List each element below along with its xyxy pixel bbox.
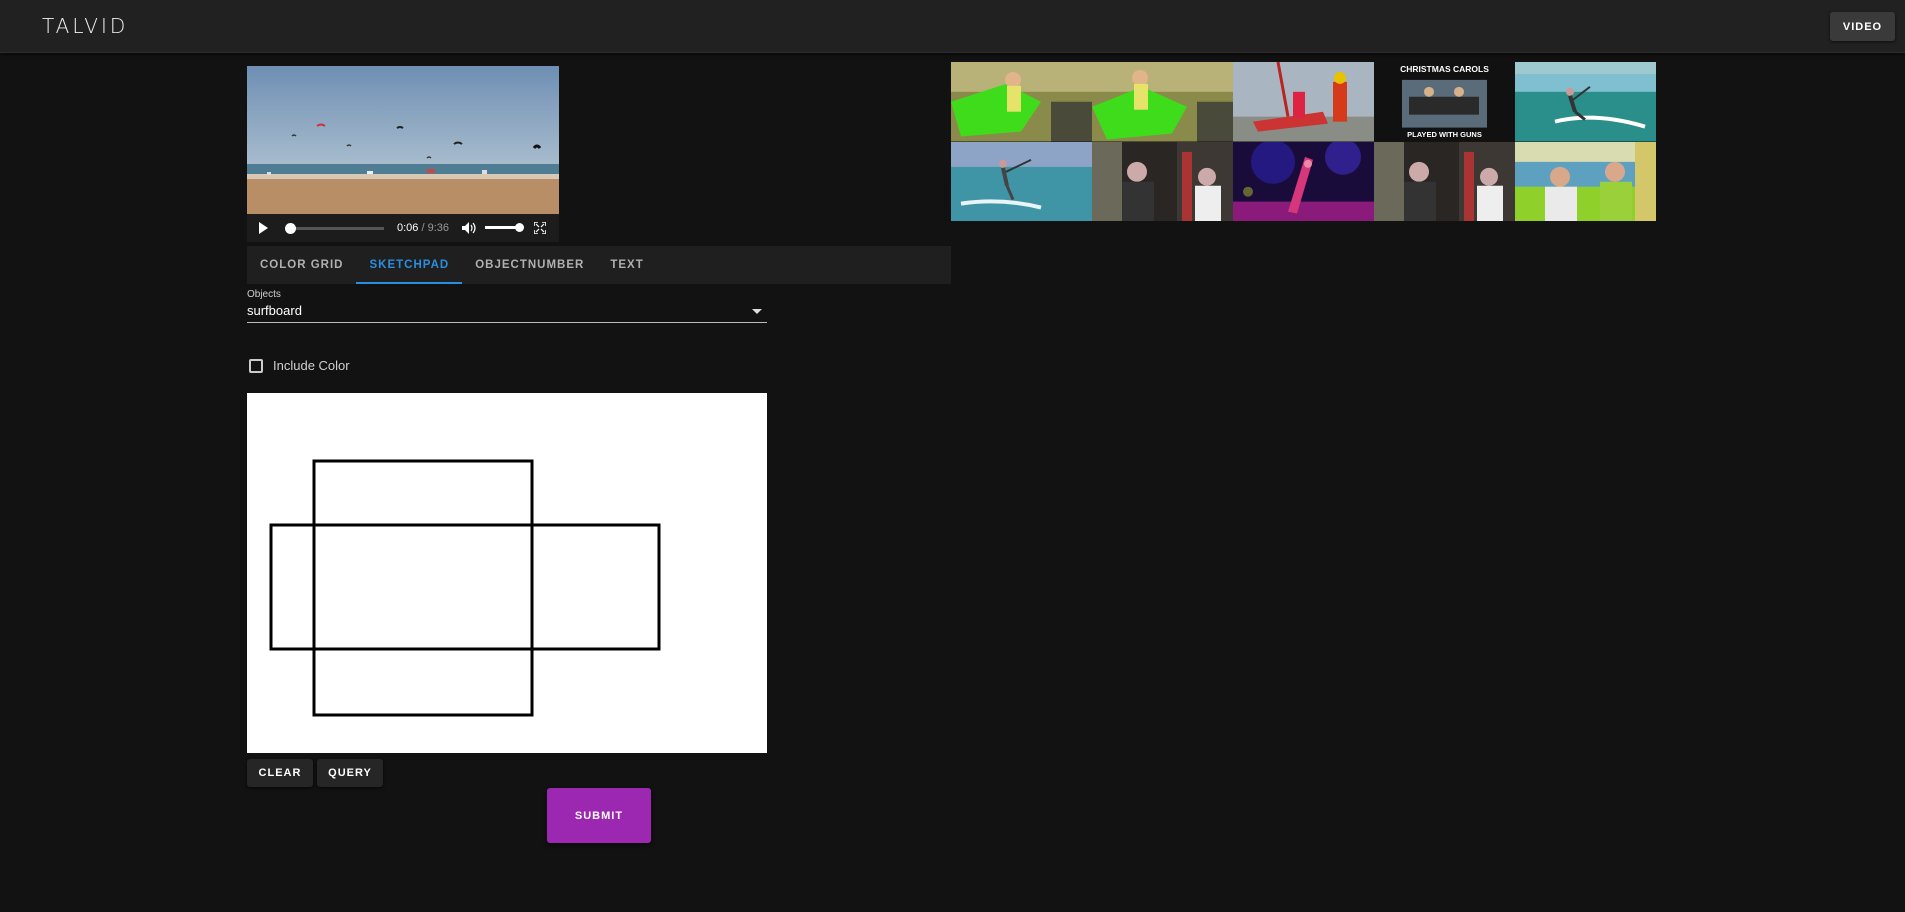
duration: / 9:36 — [421, 222, 450, 234]
progress-handle[interactable] — [285, 223, 296, 234]
tab-objectnumber[interactable]: OBJECTNUMBER — [462, 246, 597, 284]
result-thumbnail[interactable] — [1515, 141, 1656, 221]
play-icon[interactable] — [259, 222, 268, 234]
results-grid: CHRISTMAS CAROLS PLAYED WITH GUNS — [951, 62, 1656, 221]
result-thumbnail[interactable] — [1233, 62, 1374, 142]
sketch-rectangle-vertical — [312, 459, 534, 717]
tab-color-grid[interactable]: COLOR GRID — [247, 246, 356, 284]
result-thumbnail[interactable] — [1233, 141, 1374, 221]
result-thumbnail[interactable] — [1092, 62, 1233, 142]
sketchpad-canvas[interactable] — [247, 393, 767, 753]
app-bar: TALVID VIDEO — [0, 0, 1905, 53]
thumbnail-caption-top: CHRISTMAS CAROLS — [1400, 64, 1489, 74]
tab-sketchpad[interactable]: SKETCHPAD — [356, 246, 462, 284]
include-color-checkbox[interactable] — [249, 359, 263, 373]
dropdown-arrow-icon[interactable] — [752, 309, 762, 314]
result-thumbnail[interactable] — [1092, 141, 1233, 221]
clear-button[interactable]: CLEAR — [247, 759, 313, 787]
volume-icon[interactable] — [462, 222, 476, 234]
sketch-rectangle-horizontal — [269, 523, 661, 651]
time-display: 0:06 / 9:36 — [397, 222, 449, 234]
query-tabs: COLOR GRID SKETCHPAD OBJECTNUMBER TEXT — [247, 246, 951, 284]
progress-bar[interactable] — [289, 227, 384, 230]
result-thumbnail[interactable] — [951, 141, 1092, 221]
video-player[interactable]: 0:06 / 9:36 — [247, 66, 559, 242]
query-button[interactable]: QUERY — [317, 759, 383, 787]
tab-text[interactable]: TEXT — [597, 246, 656, 284]
result-thumbnail[interactable] — [1374, 141, 1515, 221]
thumbnail-caption-bottom: PLAYED WITH GUNS — [1407, 130, 1482, 139]
volume-handle[interactable] — [515, 223, 524, 232]
player-controls: 0:06 / 9:36 — [247, 214, 559, 242]
objects-value: surfboard — [247, 303, 302, 318]
app-logo: TALVID — [42, 14, 129, 38]
result-thumbnail[interactable]: CHRISTMAS CAROLS PLAYED WITH GUNS — [1374, 62, 1515, 142]
video-button[interactable]: VIDEO — [1830, 12, 1895, 41]
current-time: 0:06 — [397, 222, 419, 234]
objects-label: Objects — [247, 289, 281, 300]
fullscreen-icon[interactable] — [534, 222, 546, 234]
video-frame[interactable] — [247, 66, 559, 214]
result-thumbnail[interactable] — [1515, 62, 1656, 142]
result-thumbnail[interactable] — [951, 62, 1092, 142]
submit-button[interactable]: SUBMIT — [547, 788, 651, 843]
include-color-label: Include Color — [273, 358, 350, 373]
objects-select[interactable]: surfboard — [247, 301, 767, 323]
